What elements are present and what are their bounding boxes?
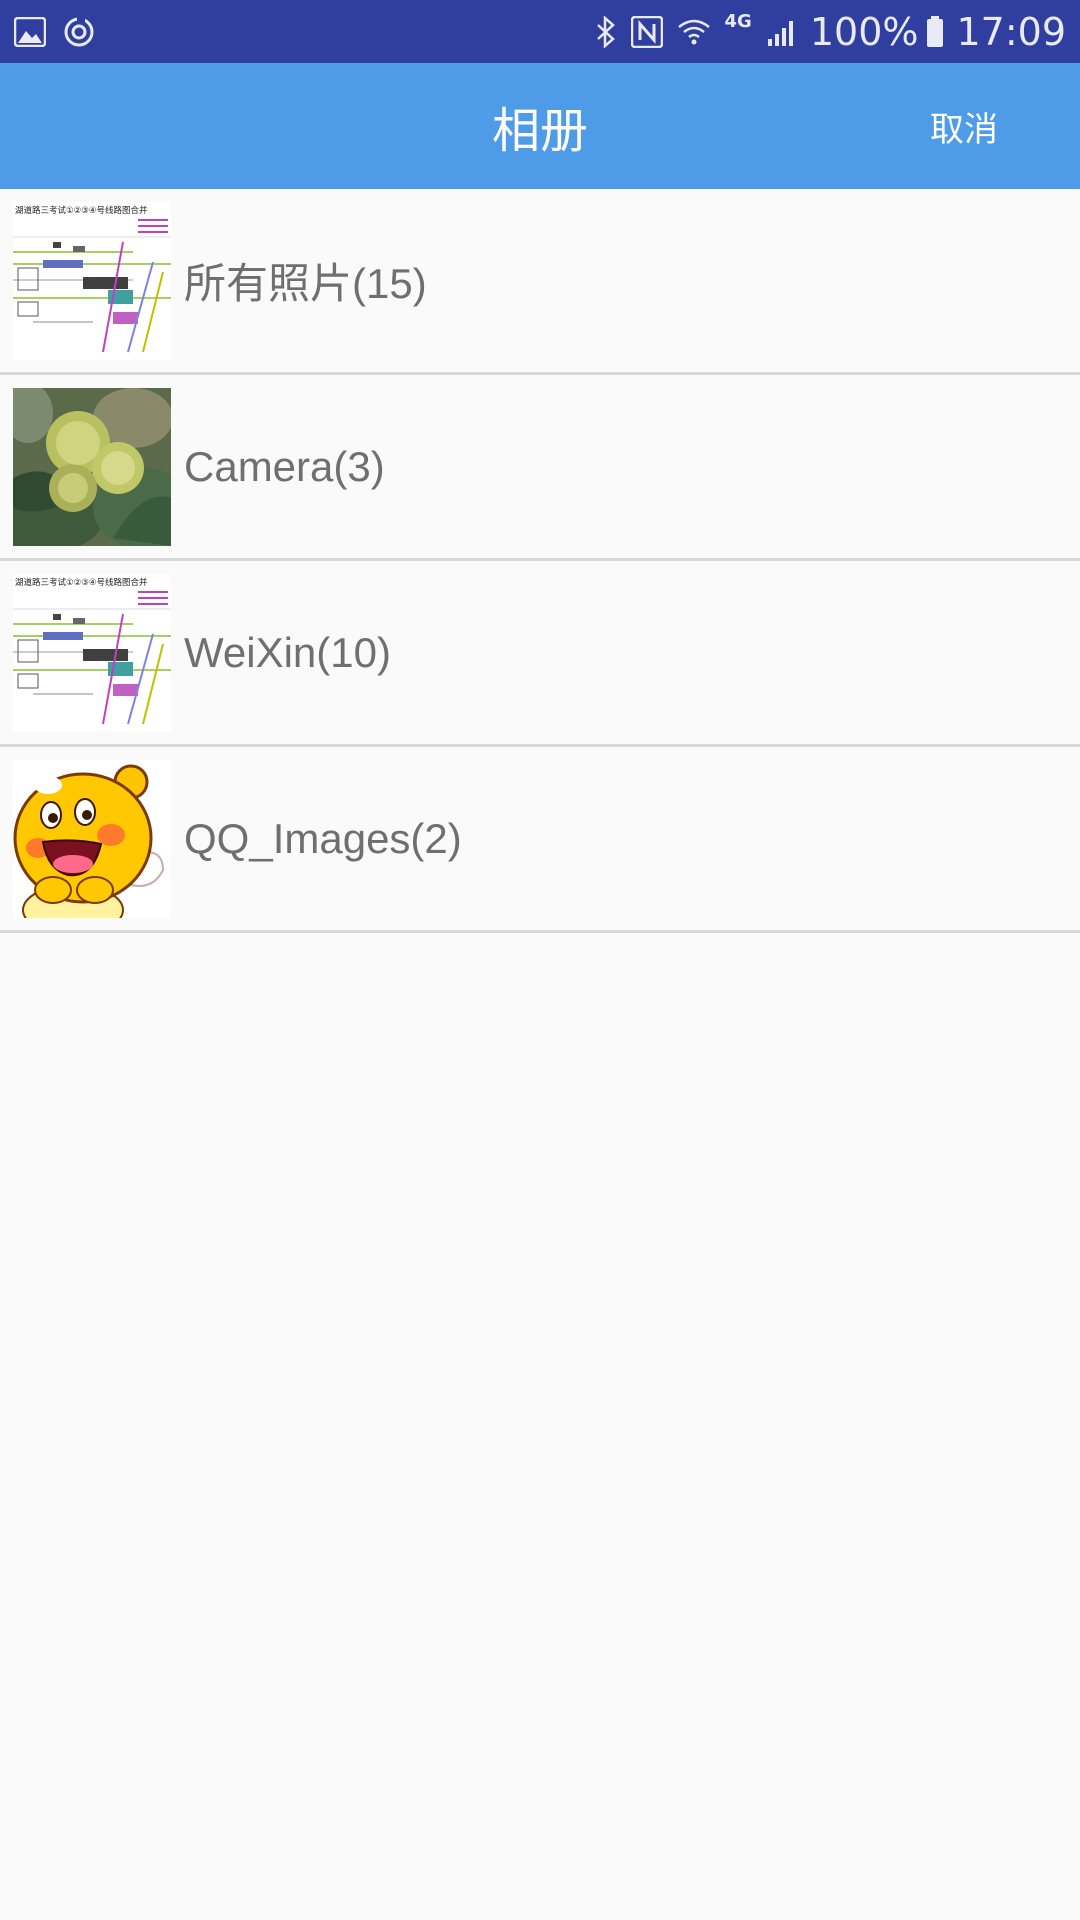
route-map-image: 湖道路三考试①②③④号线路图合并 bbox=[13, 573, 171, 732]
album-thumbnail: 湖道路三考试①②③④号线路图合并 bbox=[13, 201, 171, 360]
nfc-icon bbox=[630, 15, 663, 48]
status-bar-right: 4G 100% 17:09 bbox=[581, 10, 1066, 54]
album-thumbnail bbox=[13, 759, 171, 918]
album-thumbnail bbox=[13, 387, 171, 546]
album-row-qq-images[interactable]: QQ_Images(2) bbox=[0, 747, 1080, 933]
signal-icon bbox=[766, 17, 798, 47]
image-icon bbox=[14, 16, 46, 47]
chestnut-burs-photo bbox=[13, 387, 171, 546]
page-title: 相册 bbox=[491, 103, 588, 159]
album-name: 所有照片(15) bbox=[184, 260, 427, 307]
qq-mascot-image bbox=[13, 759, 171, 918]
clock: 17:09 bbox=[956, 9, 1066, 54]
album-thumbnail: 湖道路三考试①②③④号线路图合并 bbox=[13, 573, 171, 732]
wifi-icon bbox=[677, 17, 711, 47]
app-toolbar: 相册 取消 bbox=[0, 63, 1080, 189]
bluetooth-icon bbox=[595, 15, 617, 48]
sync-icon bbox=[62, 14, 96, 49]
cancel-button[interactable]: 取消 bbox=[930, 63, 998, 189]
route-map-header: 湖道路三考试①②③④号线路图合并 bbox=[15, 577, 148, 588]
album-row-camera[interactable]: Camera(3) bbox=[0, 375, 1080, 561]
route-map-header: 湖道路三考试①②③④号线路图合并 bbox=[15, 205, 148, 216]
album-row-all-photos[interactable]: 湖道路三考试①②③④号线路图合并 所有照片(15) bbox=[0, 189, 1080, 375]
status-bar: 4G 100% 17:09 bbox=[0, 0, 1080, 63]
album-name: WeiXin(10) bbox=[184, 628, 391, 676]
network-type-label: 4G bbox=[724, 11, 752, 32]
album-list: 湖道路三考试①②③④号线路图合并 所有照片(15) Camera(3) 湖道路三… bbox=[0, 189, 1080, 933]
battery-percent: 100% bbox=[809, 9, 919, 54]
route-map-image: 湖道路三考试①②③④号线路图合并 bbox=[13, 201, 171, 360]
status-bar-left bbox=[14, 14, 112, 49]
album-row-weixin[interactable]: 湖道路三考试①②③④号线路图合并 WeiXin(10) bbox=[0, 561, 1080, 747]
album-name: Camera(3) bbox=[184, 442, 385, 490]
album-name: QQ_Images(2) bbox=[184, 814, 462, 862]
battery-icon bbox=[926, 15, 944, 48]
